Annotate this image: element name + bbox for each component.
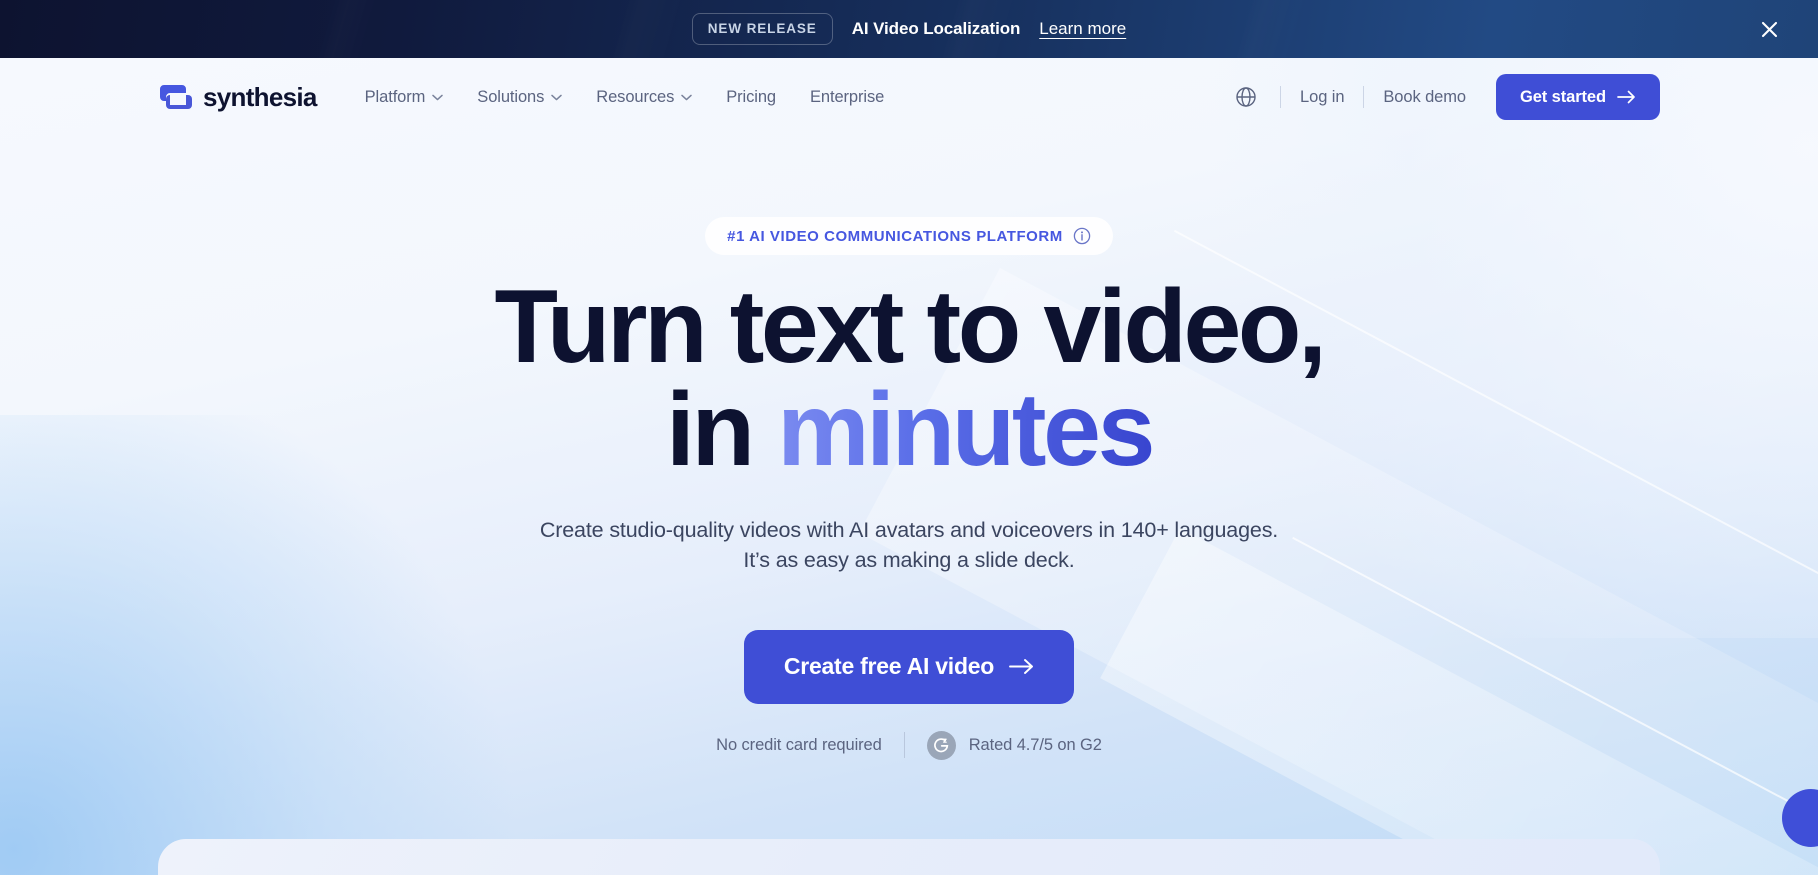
- headline-line-1: Turn text to video,: [494, 269, 1326, 385]
- g2-rating-text: Rated 4.7/5 on G2: [968, 735, 1102, 754]
- info-circle-icon[interactable]: [1073, 227, 1091, 245]
- synthesia-logo[interactable]: synthesia: [158, 82, 317, 113]
- nav-item-solutions[interactable]: Solutions: [477, 87, 563, 107]
- nav-links: Platform Solutions Resources Pricing Ent…: [365, 88, 885, 107]
- banner-close-button[interactable]: [1756, 16, 1782, 42]
- arrow-right-icon: [1009, 659, 1034, 675]
- announcement-title: AI Video Localization: [851, 19, 1021, 38]
- g2-logo-icon: [926, 730, 956, 760]
- learn-more-link[interactable]: Learn more: [1039, 19, 1126, 39]
- nav-item-enterprise[interactable]: Enterprise: [810, 88, 884, 107]
- close-icon: [1761, 21, 1777, 37]
- synthesia-logo-text: synthesia: [203, 81, 317, 112]
- arrow-right-icon: [1617, 90, 1635, 104]
- eyebrow-text: #1 AI VIDEO COMMUNICATIONS PLATFORM: [727, 227, 1063, 245]
- nav-divider: [1363, 86, 1365, 108]
- chevron-down-icon: [551, 94, 563, 100]
- nav-item-pricing[interactable]: Pricing: [726, 88, 776, 107]
- nav-item-platform[interactable]: Platform: [365, 88, 444, 107]
- g2-rating[interactable]: Rated 4.7/5 on G2: [926, 730, 1102, 760]
- create-free-ai-video-button[interactable]: Create free AI video: [743, 629, 1075, 704]
- hero-glow-left: [0, 415, 560, 875]
- nav-right-group: Log in Book demo Get started: [1229, 74, 1818, 120]
- chevron-down-icon: [432, 94, 444, 100]
- chevron-down-icon: [681, 94, 692, 100]
- landing-page: NEW RELEASE AI Video Localization Learn …: [0, 0, 1818, 875]
- trust-row: No credit card required Rated 4.7/5 on G…: [716, 730, 1102, 760]
- bottom-content-panel: [158, 839, 1660, 875]
- announcement-banner-content: NEW RELEASE AI Video Localization Learn …: [691, 13, 1126, 45]
- nav-item-label: Solutions: [477, 87, 545, 106]
- nav-divider: [1280, 86, 1282, 108]
- headline-line-2-accent: minutes: [777, 371, 1155, 488]
- trust-divider: [903, 732, 905, 759]
- new-release-badge: NEW RELEASE: [691, 13, 833, 45]
- nav-left-group: synthesia Platform Solutions Resources P…: [0, 82, 884, 113]
- globe-icon: [1236, 87, 1256, 107]
- nav-item-label: Pricing: [726, 87, 776, 106]
- page-title: Turn text to video, in minutes: [494, 275, 1326, 482]
- headline-line-2-plain: in: [665, 371, 778, 488]
- login-link[interactable]: Log in: [1298, 88, 1346, 107]
- get-started-label: Get started: [1519, 87, 1606, 106]
- get-started-button[interactable]: Get started: [1495, 74, 1660, 120]
- nav-item-label: Platform: [364, 87, 426, 106]
- announcement-banner: NEW RELEASE AI Video Localization Learn …: [0, 0, 1818, 58]
- nav-item-label: Enterprise: [810, 87, 885, 106]
- cta-label: Create free AI video: [783, 653, 995, 680]
- nav-item-label: Resources: [596, 87, 675, 106]
- no-credit-card-text: No credit card required: [716, 735, 882, 754]
- main-navigation: synthesia Platform Solutions Resources P…: [0, 58, 1818, 136]
- synthesia-logo-icon: [158, 82, 192, 112]
- nav-item-resources[interactable]: Resources: [596, 88, 692, 107]
- book-demo-link[interactable]: Book demo: [1381, 88, 1468, 107]
- eyebrow-badge[interactable]: #1 AI VIDEO COMMUNICATIONS PLATFORM: [705, 217, 1113, 255]
- language-selector-button[interactable]: [1229, 80, 1263, 114]
- decorative-blue-circle: [1782, 789, 1818, 847]
- hero-subheadline: Create studio-quality videos with AI ava…: [539, 517, 1279, 573]
